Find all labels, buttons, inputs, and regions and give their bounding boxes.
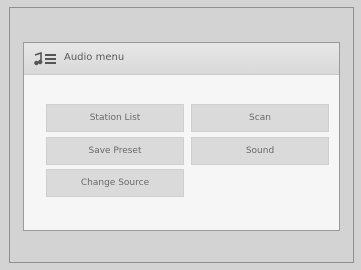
sound-button[interactable]: Sound [191, 137, 329, 165]
audio-menu-screen: Audio menu Station List Scan Save Preset… [23, 42, 340, 231]
change-source-button[interactable]: Change Source [46, 169, 184, 197]
header-title: Audio menu [64, 52, 125, 63]
save-preset-button[interactable]: Save Preset [46, 137, 184, 165]
header-bar: Audio menu [24, 43, 339, 75]
station-list-button[interactable]: Station List [46, 104, 184, 132]
scan-button[interactable]: Scan [191, 104, 329, 132]
music-note-list-icon [34, 51, 56, 66]
